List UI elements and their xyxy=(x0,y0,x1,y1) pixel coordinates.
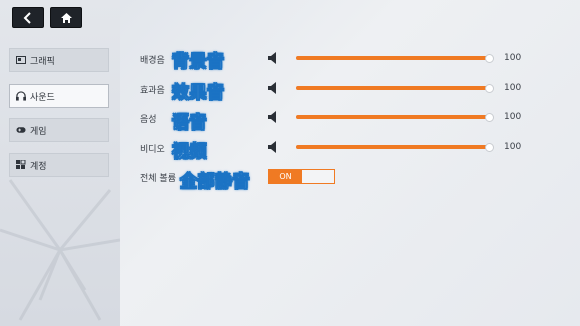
mute-all-toggle[interactable]: ON xyxy=(268,169,335,184)
speaker-icon xyxy=(268,82,276,94)
account-icon xyxy=(16,160,26,170)
bgm-slider[interactable] xyxy=(296,56,489,60)
sfx-value: 100 xyxy=(504,83,522,93)
voice-label: 음성 xyxy=(140,115,157,125)
sidebar-item-label: 계정 xyxy=(30,161,47,172)
mute-all-annotation: 全部静音 xyxy=(180,172,250,193)
decorative-crest-icon xyxy=(0,179,120,321)
voice-slider-thumb[interactable] xyxy=(485,112,494,122)
voice-annotation: 语音 xyxy=(172,113,207,134)
speaker-icon xyxy=(268,111,276,123)
bgm-annotation: 背景音 xyxy=(172,52,225,73)
sidebar-item-label: 사운드 xyxy=(30,92,55,103)
sidebar-item-graphics[interactable]: 그래픽 xyxy=(9,48,109,72)
back-arrow-icon xyxy=(23,11,31,24)
voice-value: 100 xyxy=(504,112,522,122)
sfx-slider[interactable] xyxy=(296,86,489,90)
home-button[interactable] xyxy=(50,7,82,28)
sidebar-item-account[interactable]: 계정 xyxy=(9,153,109,177)
sidebar-item-game[interactable]: 게임 xyxy=(9,118,109,142)
bgm-value: 100 xyxy=(504,53,522,63)
sidebar-item-label: 게임 xyxy=(30,126,47,137)
video-annotation: 视频 xyxy=(172,142,207,163)
mute-all-label: 전체 볼륨 xyxy=(140,174,176,184)
sfx-annotation: 效果音 xyxy=(172,83,225,104)
toggle-on-label: ON xyxy=(269,170,302,183)
headphones-icon xyxy=(16,91,26,101)
sfx-label: 효과음 xyxy=(140,86,165,96)
back-button[interactable] xyxy=(12,7,44,28)
speaker-icon xyxy=(268,52,276,64)
sidebar-item-label: 그래픽 xyxy=(30,56,55,67)
bgm-label: 배경음 xyxy=(140,56,165,66)
sidebar-item-sound[interactable]: 사운드 xyxy=(9,84,109,108)
speaker-icon xyxy=(268,141,276,153)
voice-slider[interactable] xyxy=(296,115,489,119)
home-icon xyxy=(60,12,72,23)
gamepad-icon xyxy=(16,125,26,135)
video-label: 비디오 xyxy=(140,145,165,155)
sfx-slider-thumb[interactable] xyxy=(485,83,494,93)
video-value: 100 xyxy=(504,142,522,152)
video-slider[interactable] xyxy=(296,145,489,149)
graphics-icon xyxy=(16,55,26,65)
bgm-slider-thumb[interactable] xyxy=(485,53,494,63)
video-slider-thumb[interactable] xyxy=(485,142,494,152)
